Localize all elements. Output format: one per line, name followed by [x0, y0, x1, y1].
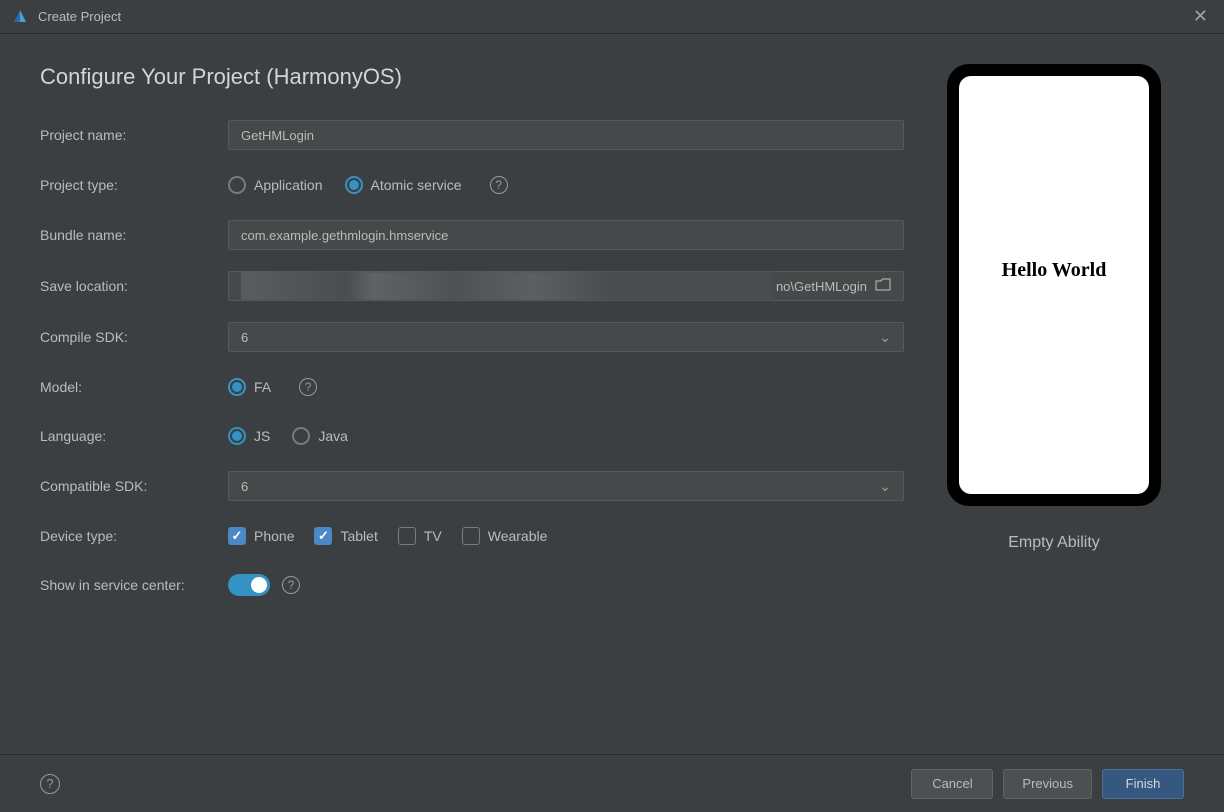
browse-folder-icon[interactable] [875, 278, 891, 295]
app-logo-icon [12, 9, 28, 25]
label-project-name: Project name: [40, 127, 228, 143]
radio-application-label[interactable]: Application [254, 177, 323, 193]
finish-button[interactable]: Finish [1102, 769, 1184, 799]
checkbox-phone-label[interactable]: Phone [254, 528, 294, 544]
page-title: Configure Your Project (HarmonyOS) [40, 64, 904, 90]
preview-area: Hello World Empty Ability [924, 64, 1184, 620]
compatible-sdk-select[interactable]: 6 ⌄ [228, 471, 904, 501]
radio-language-js-label[interactable]: JS [254, 428, 270, 444]
previous-button[interactable]: Previous [1003, 769, 1092, 799]
radio-model-fa-label[interactable]: FA [254, 379, 271, 395]
radio-model-fa[interactable] [228, 378, 246, 396]
label-project-type: Project type: [40, 177, 228, 193]
compatible-sdk-value: 6 [241, 479, 248, 494]
chevron-down-icon: ⌄ [879, 478, 891, 495]
bundle-name-input[interactable] [228, 220, 904, 250]
label-compatible-sdk: Compatible SDK: [40, 478, 228, 494]
project-name-input[interactable] [228, 120, 904, 150]
radio-application[interactable] [228, 176, 246, 194]
radio-atomic-service-label[interactable]: Atomic service [371, 177, 462, 193]
help-model-icon[interactable]: ? [299, 378, 317, 396]
window-title: Create Project [38, 9, 121, 24]
close-icon[interactable]: ✕ [1189, 6, 1212, 27]
preview-caption: Empty Ability [1008, 534, 1100, 552]
redacted-path [241, 272, 772, 300]
checkbox-tv[interactable] [398, 527, 416, 545]
checkbox-tv-label[interactable]: TV [424, 528, 442, 544]
radio-language-js[interactable] [228, 427, 246, 445]
save-location-input[interactable]: no\GetHMLogin [228, 271, 904, 301]
cancel-button[interactable]: Cancel [911, 769, 993, 799]
checkbox-tablet-label[interactable]: Tablet [340, 528, 377, 544]
checkbox-wearable[interactable] [462, 527, 480, 545]
label-device-type: Device type: [40, 528, 228, 544]
checkbox-phone[interactable] [228, 527, 246, 545]
label-model: Model: [40, 379, 228, 395]
compile-sdk-select[interactable]: 6 ⌄ [228, 322, 904, 352]
label-language: Language: [40, 428, 228, 444]
phone-preview-screen: Hello World [959, 76, 1149, 494]
chevron-down-icon: ⌄ [879, 329, 891, 346]
radio-language-java-label[interactable]: Java [318, 428, 348, 444]
help-footer-icon[interactable]: ? [40, 774, 60, 794]
phone-preview-frame: Hello World [947, 64, 1161, 506]
form-area: Configure Your Project (HarmonyOS) Proje… [40, 64, 904, 620]
radio-atomic-service[interactable] [345, 176, 363, 194]
checkbox-tablet[interactable] [314, 527, 332, 545]
checkbox-wearable-label[interactable]: Wearable [488, 528, 548, 544]
label-bundle-name: Bundle name: [40, 227, 228, 243]
label-compile-sdk: Compile SDK: [40, 329, 228, 345]
help-service-center-icon[interactable]: ? [282, 576, 300, 594]
preview-hello-world: Hello World [1002, 259, 1107, 282]
help-project-type-icon[interactable]: ? [490, 176, 508, 194]
save-location-visible-suffix: no\GetHMLogin [776, 279, 867, 294]
compile-sdk-value: 6 [241, 330, 248, 345]
label-service-center: Show in service center: [40, 577, 228, 593]
titlebar: Create Project ✕ [0, 0, 1224, 34]
footer: ? Cancel Previous Finish [0, 754, 1224, 812]
toggle-service-center[interactable] [228, 574, 270, 596]
label-save-location: Save location: [40, 278, 228, 294]
radio-language-java[interactable] [292, 427, 310, 445]
